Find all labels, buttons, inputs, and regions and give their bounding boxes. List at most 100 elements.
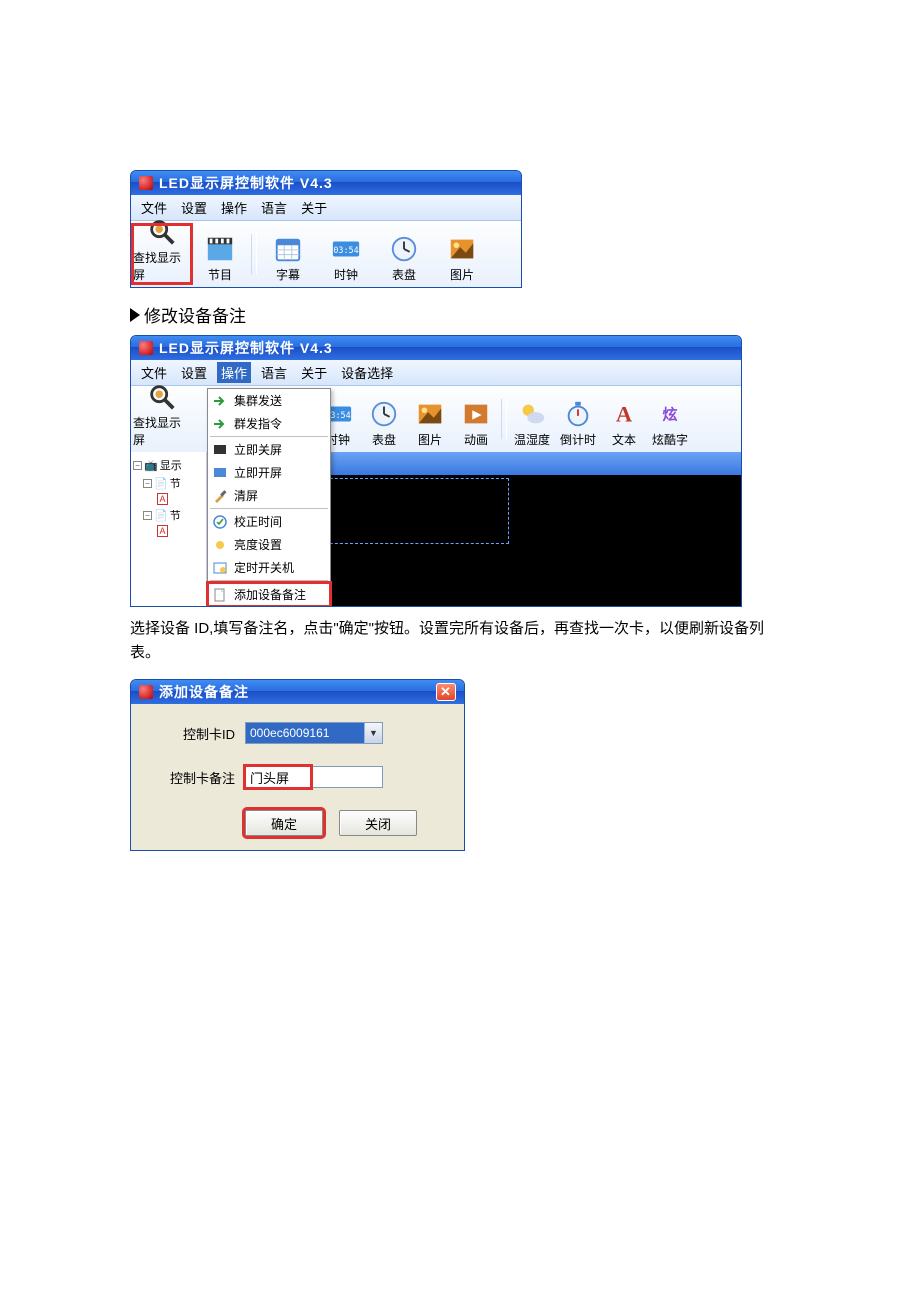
window-titlebar: LED显示屏控制软件 V4.3 bbox=[131, 171, 521, 195]
toolbar-find-screen[interactable]: 查找显示屏 bbox=[133, 225, 191, 283]
menu-separator bbox=[210, 436, 328, 437]
tree-leaf[interactable]: A bbox=[133, 524, 204, 538]
menu-item-schedule-power[interactable]: 定时开关机 bbox=[208, 556, 330, 579]
toolbar-label: 查找显示屏 bbox=[133, 249, 191, 283]
toolbar-label: 炫酷字 bbox=[652, 431, 688, 448]
svg-text:A: A bbox=[616, 402, 633, 427]
sun-icon bbox=[212, 537, 228, 553]
toolbar-dial[interactable]: 表盘 bbox=[361, 390, 407, 448]
menu-bar: 文件 设置 操作 语言 关于 bbox=[131, 195, 521, 221]
menu-file[interactable]: 文件 bbox=[137, 362, 171, 383]
menu-device-select[interactable]: 设备选择 bbox=[337, 362, 397, 383]
toolbar-program[interactable]: 节目 bbox=[191, 225, 249, 283]
menu-file[interactable]: 文件 bbox=[137, 197, 171, 218]
clock-face-icon bbox=[369, 399, 399, 429]
window-title: LED显示屏控制软件 V4.3 bbox=[159, 173, 333, 193]
window-titlebar: LED显示屏控制软件 V4.3 bbox=[131, 336, 741, 360]
toolbar-find-screen[interactable]: 查找显示屏 bbox=[133, 390, 191, 448]
dialog-body: 控制卡ID 000ec6009161 ▼ 控制卡备注 门头屏 确定 关闭 bbox=[131, 704, 464, 850]
menu-settings[interactable]: 设置 bbox=[177, 362, 211, 383]
add-remark-dialog: 添加设备备注 ✕ 控制卡ID 000ec6009161 ▼ 控制卡备注 门头屏 … bbox=[130, 679, 465, 851]
menu-item-label: 清屏 bbox=[234, 487, 258, 504]
ok-button[interactable]: 确定 bbox=[245, 810, 323, 836]
toolbar-label: 表盘 bbox=[372, 431, 396, 448]
brush-icon bbox=[212, 488, 228, 504]
screenshot-toolbar-window: LED显示屏控制软件 V4.3 文件 设置 操作 语言 关于 查找显示屏 节目 … bbox=[130, 170, 522, 288]
menu-item-label: 群发指令 bbox=[234, 415, 282, 432]
toolbar-animation[interactable]: 动画 bbox=[453, 390, 499, 448]
app-icon bbox=[139, 176, 153, 190]
screen-off-icon bbox=[212, 442, 228, 458]
field-label-id: 控制卡ID bbox=[147, 724, 235, 743]
toolbar-subtitle[interactable]: 字幕 bbox=[259, 225, 317, 283]
screenshot-dropdown-window: LED显示屏控制软件 V4.3 文件 设置 操作 语言 关于 设备选择 查找显示… bbox=[130, 335, 742, 607]
menu-operate[interactable]: 操作 bbox=[217, 197, 251, 218]
animation-icon bbox=[461, 399, 491, 429]
toolbar-text[interactable]: A 文本 bbox=[601, 390, 647, 448]
clock-face-icon bbox=[389, 234, 419, 264]
button-label: 关闭 bbox=[365, 814, 391, 833]
schedule-icon bbox=[212, 560, 228, 576]
toolbar-separator bbox=[251, 234, 257, 274]
menu-item-label: 定时开关机 bbox=[234, 559, 294, 576]
close-button[interactable]: ✕ bbox=[436, 683, 456, 701]
tree-root[interactable]: −📺显示 bbox=[133, 456, 204, 474]
menu-item-screen-off[interactable]: 立即关屏 bbox=[208, 438, 330, 461]
menu-settings[interactable]: 设置 bbox=[177, 197, 211, 218]
menu-item-label: 添加设备备注 bbox=[234, 586, 306, 603]
menu-language[interactable]: 语言 bbox=[257, 362, 291, 383]
toolbar-temp-humidity[interactable]: 温湿度 bbox=[509, 390, 555, 448]
triangle-bullet-icon bbox=[130, 308, 140, 322]
toolbar-separator bbox=[501, 399, 507, 439]
clapper-icon bbox=[205, 234, 235, 264]
section-heading-text: 修改设备备注 bbox=[144, 302, 246, 327]
menu-operate[interactable]: 操作 bbox=[217, 362, 251, 383]
toolbar-label: 表盘 bbox=[392, 266, 416, 283]
menu-item-group-send[interactable]: 群发指令 bbox=[208, 412, 330, 435]
window-title: LED显示屏控制软件 V4.3 bbox=[159, 338, 333, 358]
field-label-remark: 控制卡备注 bbox=[147, 768, 235, 787]
toolbar-picture[interactable]: 图片 bbox=[407, 390, 453, 448]
arrow-icon bbox=[212, 416, 228, 432]
screen-on-icon bbox=[212, 465, 228, 481]
svg-text:03:54: 03:54 bbox=[333, 245, 358, 255]
control-card-id-combo[interactable]: 000ec6009161 ▼ bbox=[245, 722, 383, 744]
form-row-id: 控制卡ID 000ec6009161 ▼ bbox=[147, 722, 448, 744]
menu-bar: 文件 设置 操作 语言 关于 设备选择 bbox=[131, 360, 741, 386]
menu-about[interactable]: 关于 bbox=[297, 197, 331, 218]
note-icon bbox=[212, 587, 228, 603]
operate-dropdown-menu: 集群发送 群发指令 立即关屏 立即开屏 清屏 校正时间 亮度设置 bbox=[207, 388, 331, 607]
dialog-button-row: 确定 关闭 bbox=[245, 810, 448, 836]
menu-item-brightness[interactable]: 亮度设置 bbox=[208, 533, 330, 556]
chevron-down-icon[interactable]: ▼ bbox=[364, 723, 382, 743]
menu-about[interactable]: 关于 bbox=[297, 362, 331, 383]
menu-item-clear-screen[interactable]: 清屏 bbox=[208, 484, 330, 507]
close-icon: ✕ bbox=[440, 684, 452, 700]
highlight-box bbox=[243, 764, 313, 790]
instruction-paragraph: 选择设备 ID,填写备注名，点击"确定"按钮。设置完所有设备后，再查找一次卡，以… bbox=[130, 617, 790, 665]
clock-check-icon bbox=[212, 514, 228, 530]
dialog-titlebar: 添加设备备注 ✕ bbox=[131, 680, 464, 704]
tree-node[interactable]: −📄节 bbox=[133, 506, 204, 524]
menu-item-add-device-remark[interactable]: 添加设备备注 bbox=[208, 583, 330, 606]
tree-node[interactable]: −📄节 bbox=[133, 474, 204, 492]
toolbar-picture[interactable]: 图片 bbox=[433, 225, 491, 283]
toolbar-label: 时钟 bbox=[334, 266, 358, 283]
tree-leaf[interactable]: A bbox=[133, 492, 204, 506]
menu-item-label: 立即开屏 bbox=[234, 464, 282, 481]
toolbar-fancy-text[interactable]: 炫 炫酷字 bbox=[647, 390, 693, 448]
close-dialog-button[interactable]: 关闭 bbox=[339, 810, 417, 836]
toolbar-dial[interactable]: 表盘 bbox=[375, 225, 433, 283]
toolbar-label: 图片 bbox=[450, 266, 474, 283]
menu-item-correct-time[interactable]: 校正时间 bbox=[208, 510, 330, 533]
weather-icon bbox=[517, 399, 547, 429]
menu-language[interactable]: 语言 bbox=[257, 197, 291, 218]
toolbar: 查找显示屏 节目 字幕 03:54 时钟 表盘 bbox=[131, 221, 521, 287]
dialog-title: 添加设备备注 bbox=[159, 682, 249, 702]
toolbar-clock[interactable]: 03:54 时钟 bbox=[317, 225, 375, 283]
control-card-remark-input[interactable]: 门头屏 bbox=[245, 766, 383, 788]
combo-value: 000ec6009161 bbox=[246, 723, 364, 743]
menu-item-screen-on[interactable]: 立即开屏 bbox=[208, 461, 330, 484]
toolbar-countdown[interactable]: 倒计时 bbox=[555, 390, 601, 448]
menu-item-cluster-send[interactable]: 集群发送 bbox=[208, 389, 330, 412]
